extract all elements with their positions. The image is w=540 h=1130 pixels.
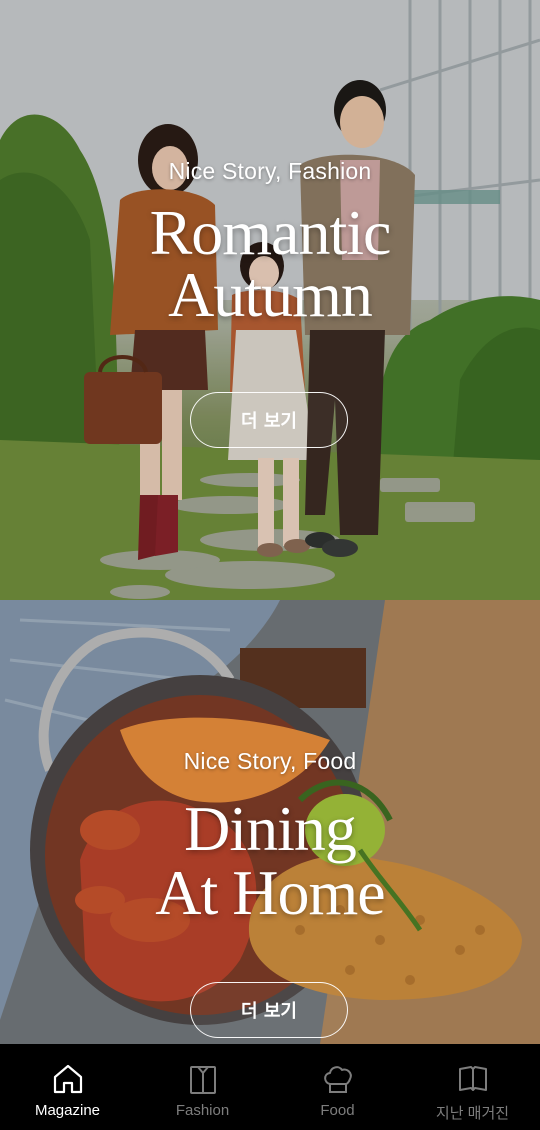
food-feature-card[interactable]: Nice Story, Food Dining At Home 더 보기 [0,600,540,1044]
shirt-icon [189,1066,216,1094]
food-more-button[interactable]: 더 보기 [190,982,348,1038]
nav-label-magazine: Magazine [34,1102,101,1119]
fashion-feature-card[interactable]: Nice Story, Fashion Romantic Autumn 더 보기 [0,0,540,600]
nav-label-food: Food [320,1102,355,1119]
fashion-title-line1: Romantic [149,197,392,268]
bottom-navigation: Magazine Fashion Food 지난 매거진 [0,1044,540,1130]
nav-label-fashion: Fashion [175,1102,230,1119]
chef-hat-icon [323,1066,352,1093]
fashion-title-line2: Autumn [168,259,373,330]
home-icon [53,1064,82,1094]
book-icon [458,1066,487,1091]
food-title-line2: At Home [155,857,385,928]
nav-item-past-issues[interactable]: 지난 매거진 [405,1044,540,1130]
fashion-kicker: Nice Story, Fashion [168,158,372,184]
nav-item-magazine[interactable]: Magazine [0,1044,135,1130]
nav-item-food[interactable]: Food [270,1044,405,1130]
nav-label-past-issues: 지난 매거진 [435,1105,510,1122]
nav-item-fashion[interactable]: Fashion [135,1044,270,1130]
fashion-more-button[interactable]: 더 보기 [190,392,348,448]
food-kicker: Nice Story, Food [183,748,357,774]
magazine-app: Nice Story, Fashion Romantic Autumn 더 보기 [0,0,540,1130]
food-title-line1: Dining [184,793,357,864]
